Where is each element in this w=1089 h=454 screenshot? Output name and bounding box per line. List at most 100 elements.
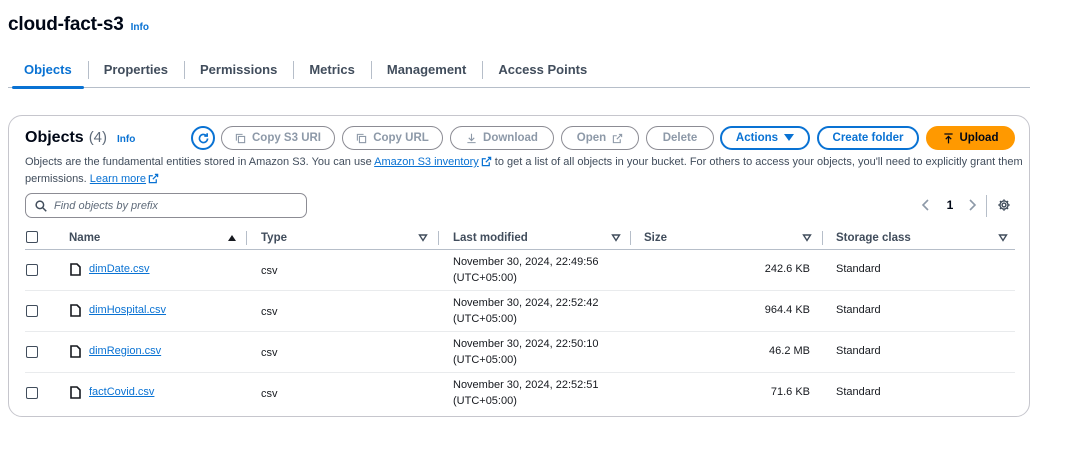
copy-url-button[interactable]: Copy URL: [342, 126, 443, 150]
download-label: Download: [483, 132, 538, 144]
sort-icon[interactable]: [998, 226, 1008, 249]
object-name-link[interactable]: factCovid.csv: [89, 386, 154, 398]
column-header-size[interactable]: Size: [644, 226, 667, 249]
modified-timezone: (UTC+05:00): [453, 354, 517, 366]
download-button[interactable]: Download: [450, 126, 554, 150]
copy-icon: [235, 133, 246, 143]
object-last-modified: November 30, 2024, 22:49:56 (UTC+05:00): [453, 254, 599, 286]
column-divider: [438, 231, 439, 245]
modified-timezone: (UTC+05:00): [453, 313, 517, 325]
sort-icon[interactable]: [611, 226, 621, 249]
column-header-last-modified[interactable]: Last modified: [453, 226, 528, 249]
upload-icon: [943, 132, 953, 143]
object-name-link[interactable]: dimRegion.csv: [89, 345, 161, 357]
external-link-icon: [148, 173, 159, 184]
objects-header: Objects (4) Info: [25, 129, 135, 147]
copy-icon: [357, 133, 367, 143]
current-page-number[interactable]: 1: [945, 198, 955, 212]
page-header: cloud-fact-s3 Info: [8, 14, 149, 36]
file-icon: [70, 345, 81, 358]
refresh-icon: [198, 132, 208, 143]
column-header-type[interactable]: Type: [261, 226, 287, 249]
chevron-right-icon[interactable]: [967, 198, 977, 212]
actions-button[interactable]: Actions: [720, 126, 810, 150]
upload-button[interactable]: Upload: [926, 126, 1015, 150]
search-icon: [35, 199, 47, 212]
sort-icon[interactable]: [802, 226, 812, 249]
table-row[interactable]: dimHospital.csv csv November 30, 2024, 2…: [25, 291, 1015, 332]
file-icon: [70, 386, 81, 399]
pagination-divider: [986, 195, 987, 217]
objects-description: Objects are the fundamental entities sto…: [25, 154, 1025, 188]
object-last-modified: November 30, 2024, 22:52:51 (UTC+05:00): [453, 377, 599, 409]
object-type: csv: [261, 347, 278, 359]
download-icon: [467, 133, 476, 143]
object-storage-class: Standard: [836, 386, 881, 398]
sort-ascending-icon[interactable]: [227, 226, 237, 249]
object-name-link[interactable]: dimDate.csv: [89, 263, 150, 275]
table-row[interactable]: dimDate.csv csv November 30, 2024, 22:49…: [25, 250, 1015, 291]
objects-panel: Objects (4) Info Copy S3 URI Copy URL Do…: [8, 115, 1030, 417]
copy-s3-uri-label: Copy S3 URI: [251, 132, 321, 144]
object-size: 46.2 MB: [769, 345, 810, 357]
column-divider: [822, 231, 823, 245]
open-button[interactable]: Open: [561, 126, 639, 150]
copy-url-label: Copy URL: [373, 132, 429, 144]
info-link[interactable]: Info: [131, 22, 149, 33]
object-storage-class: Standard: [836, 304, 881, 316]
modified-date: November 30, 2024, 22:50:10: [453, 338, 599, 350]
modified-date: November 30, 2024, 22:49:56: [453, 256, 599, 268]
row-checkbox[interactable]: [26, 305, 38, 317]
create-folder-label: Create folder: [832, 132, 904, 144]
gear-icon[interactable]: [997, 198, 1011, 212]
open-label: Open: [576, 132, 607, 144]
delete-label: Delete: [662, 132, 698, 144]
object-type: csv: [261, 265, 278, 277]
bucket-name-title: cloud-fact-s3: [8, 14, 124, 35]
column-header-name[interactable]: Name: [69, 226, 100, 249]
file-icon: [70, 263, 81, 276]
search-box: [25, 193, 307, 218]
copy-s3-uri-button[interactable]: Copy S3 URI: [221, 126, 335, 150]
search-input[interactable]: [54, 199, 294, 212]
objects-info-link[interactable]: Info: [117, 134, 135, 145]
column-divider: [246, 231, 247, 245]
object-type: csv: [261, 306, 278, 318]
table-row[interactable]: factCovid.csv csv November 30, 2024, 22:…: [25, 373, 1015, 414]
object-storage-class: Standard: [836, 263, 881, 275]
file-icon: [70, 304, 81, 317]
row-checkbox[interactable]: [26, 346, 38, 358]
tab-objects[interactable]: Objects: [8, 52, 88, 89]
tab-access-points[interactable]: Access Points: [482, 52, 603, 88]
row-checkbox[interactable]: [26, 387, 38, 399]
object-name-link[interactable]: dimHospital.csv: [89, 304, 166, 316]
table-row[interactable]: dimRegion.csv csv November 30, 2024, 22:…: [25, 332, 1015, 373]
row-checkbox[interactable]: [26, 264, 38, 276]
object-size: 242.6 KB: [764, 263, 810, 275]
tab-properties[interactable]: Properties: [87, 52, 184, 88]
sort-icon[interactable]: [418, 226, 428, 249]
object-last-modified: November 30, 2024, 22:52:42 (UTC+05:00): [453, 295, 599, 327]
learn-more-link[interactable]: Learn more: [90, 173, 146, 185]
modified-timezone: (UTC+05:00): [453, 272, 517, 284]
select-all-checkbox[interactable]: [26, 231, 38, 243]
s3-inventory-link[interactable]: Amazon S3 inventory: [374, 156, 479, 168]
modified-date: November 30, 2024, 22:52:51: [453, 379, 599, 391]
tab-permissions[interactable]: Permissions: [184, 52, 293, 88]
modified-date: November 30, 2024, 22:52:42: [453, 297, 599, 309]
objects-title: Objects: [25, 129, 84, 146]
caret-down-icon: [784, 134, 795, 141]
delete-button[interactable]: Delete: [646, 126, 714, 150]
refresh-button[interactable]: [191, 126, 215, 150]
chevron-left-icon[interactable]: [921, 198, 931, 212]
tab-management[interactable]: Management: [370, 52, 482, 88]
column-header-storage-class[interactable]: Storage class: [836, 226, 911, 249]
column-divider: [630, 231, 631, 245]
external-link-icon: [481, 156, 491, 167]
create-folder-button[interactable]: Create folder: [817, 126, 919, 150]
tab-metrics[interactable]: Metrics: [293, 52, 371, 88]
upload-label: Upload: [959, 132, 999, 144]
modified-timezone: (UTC+05:00): [453, 395, 517, 407]
external-link-icon: [613, 133, 623, 143]
actions-label: Actions: [735, 132, 779, 144]
